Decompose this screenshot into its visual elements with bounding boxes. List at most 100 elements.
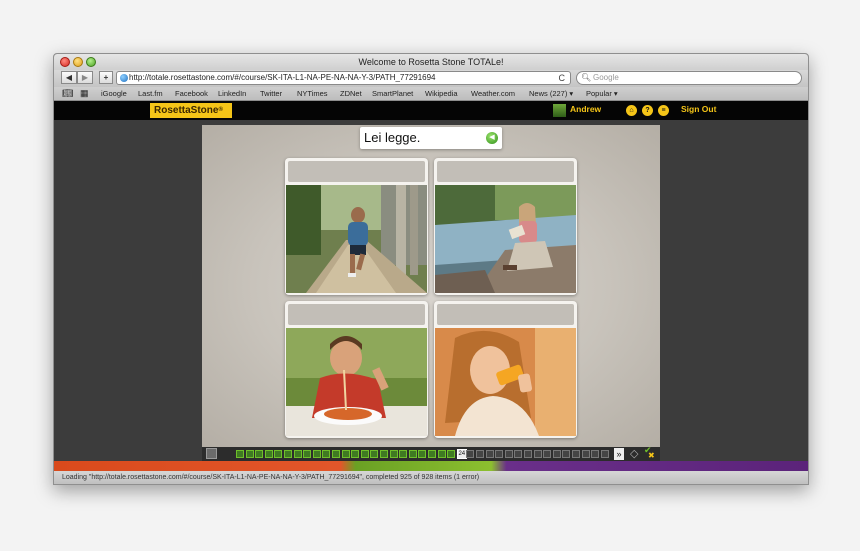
avatar[interactable] [553, 104, 566, 117]
answer-card-label [437, 304, 574, 325]
screen-dot[interactable] [600, 450, 609, 458]
screen-dot[interactable] [581, 450, 590, 458]
screen-dot[interactable] [332, 450, 340, 458]
prompt-card: Lei legge. ◀ [360, 127, 502, 149]
screen-dot[interactable] [408, 450, 417, 458]
zoom-window-icon[interactable] [86, 57, 96, 67]
answer-card-4[interactable] [434, 301, 577, 438]
screen-dot[interactable] [485, 450, 494, 458]
bookmark-item[interactable]: Weather.com [471, 87, 515, 100]
bookmark-item[interactable]: SmartPlanet [372, 87, 413, 100]
screen-dot[interactable] [524, 450, 532, 458]
bookmark-menu-popular[interactable]: Popular ▾ [586, 87, 618, 100]
minimize-window-icon[interactable] [73, 57, 83, 67]
screen-dot[interactable] [562, 450, 571, 458]
bookmark-menu-news[interactable]: News (227) ▾ [529, 87, 573, 100]
status-text: Loading "http://totale.rosettastone.com/… [62, 474, 480, 481]
search-placeholder: Google [593, 73, 619, 82]
bookmarks-bar: 📖︎ ▦ iGoogle Last.fm Facebook LinkedIn T… [54, 87, 808, 101]
bookmark-item[interactable]: Last.fm [138, 87, 163, 100]
site-globe-icon [120, 74, 128, 82]
screen-dot[interactable] [591, 450, 600, 458]
screen-dot[interactable] [351, 450, 360, 458]
address-bar[interactable]: http://totale.rosettastone.com/#/course/… [116, 71, 571, 85]
screen-dot[interactable] [380, 450, 388, 458]
screen-dot[interactable] [447, 450, 456, 458]
screen-dot[interactable] [572, 450, 580, 458]
reading-list-icon[interactable]: 📖︎ [62, 87, 73, 100]
forward-arrow-icon: ▶ [81, 73, 89, 82]
close-window-icon[interactable] [60, 57, 70, 67]
menu-button[interactable]: ≡ [658, 105, 669, 116]
current-screen-dot[interactable]: 24 [456, 449, 467, 459]
screen-dot[interactable] [264, 450, 273, 458]
screen-dot[interactable] [399, 450, 408, 458]
diamond-icon[interactable]: ◇ [630, 447, 638, 460]
screen-dot[interactable] [476, 450, 484, 458]
screen-dot[interactable] [552, 450, 561, 458]
answer-card-label [437, 161, 574, 182]
photo-man-running [286, 185, 427, 293]
course-progress-band [54, 461, 808, 471]
sign-out-link[interactable]: Sign Out [681, 104, 716, 114]
screen-dot[interactable] [360, 450, 369, 458]
title-bar: Welcome to Rosetta Stone TOTALe! [54, 54, 808, 70]
next-screen-button[interactable]: » [614, 448, 624, 460]
user-name[interactable]: Andrew [570, 104, 601, 114]
screen-dot[interactable] [389, 450, 398, 458]
screen-dot[interactable] [274, 450, 283, 458]
screen-dot[interactable] [255, 450, 264, 458]
help-button[interactable]: ? [642, 105, 653, 116]
status-bar: Loading "http://totale.rosettastone.com/… [54, 471, 808, 484]
bookmark-item[interactable]: LinkedIn [218, 87, 246, 100]
lesson-navigation-strip: 24 » ◇ ✔ ✖ [202, 445, 660, 461]
screen-dot[interactable] [533, 450, 542, 458]
add-bookmark-button[interactable]: + [99, 71, 113, 84]
screen-dot[interactable] [514, 450, 523, 458]
back-button[interactable]: ◀ [61, 71, 77, 84]
photo-woman-reading [435, 185, 576, 293]
answer-card-2[interactable] [434, 158, 577, 295]
bookmark-item[interactable]: Facebook [175, 87, 208, 100]
bookmark-item[interactable]: ZDNet [340, 87, 362, 100]
screen-dot[interactable] [418, 450, 427, 458]
forward-button[interactable]: ▶ [77, 71, 93, 84]
url-text: http://totale.rosettastone.com/#/course/… [129, 73, 436, 82]
answer-card-1[interactable] [285, 158, 428, 295]
browser-window: Welcome to Rosetta Stone TOTALe! ◀ ▶ + h… [53, 53, 809, 485]
screen-dot[interactable] [236, 450, 244, 458]
screen-dot[interactable] [428, 450, 436, 458]
logo-registered-mark: ® [218, 107, 223, 113]
screen-dot[interactable] [303, 450, 312, 458]
browser-toolbar: ◀ ▶ + http://totale.rosettastone.com/#/c… [54, 70, 808, 87]
back-arrow-icon: ◀ [65, 73, 73, 82]
bookmark-item[interactable]: Twitter [260, 87, 282, 100]
screen-dot[interactable] [245, 450, 254, 458]
x-mark-icon[interactable]: ✖ [648, 451, 655, 460]
screen-dot[interactable] [284, 450, 292, 458]
screen-dot[interactable] [504, 450, 513, 458]
bookmark-item[interactable]: Wikipedia [425, 87, 458, 100]
home-icon: ⌂ [629, 107, 634, 114]
screen-dot[interactable] [293, 450, 302, 458]
screen-dot[interactable] [312, 450, 321, 458]
answer-card-label [288, 161, 425, 182]
screen-dot[interactable] [495, 450, 504, 458]
screen-dot[interactable] [543, 450, 552, 458]
app-header: RosettaStone® Andrew ⌂ ? ≡ Sign Out [54, 101, 808, 120]
bookmark-item[interactable]: iGoogle [101, 87, 127, 100]
screen-dot[interactable] [370, 450, 379, 458]
screen-dot[interactable] [341, 450, 350, 458]
home-button[interactable]: ⌂ [626, 105, 637, 116]
speaker-icon[interactable]: ◀ [486, 132, 498, 144]
screen-dot[interactable] [466, 450, 475, 458]
bookmark-item[interactable]: NYTimes [297, 87, 328, 100]
top-sites-grid-icon[interactable]: ▦ [80, 87, 89, 100]
search-input[interactable]: 🔍︎ Google [576, 71, 802, 85]
rosetta-stone-logo[interactable]: RosettaStone® [150, 103, 232, 118]
reload-icon[interactable]: C [559, 72, 566, 84]
screen-dot[interactable] [437, 450, 446, 458]
answer-card-3[interactable] [285, 301, 428, 438]
screen-dot[interactable] [322, 450, 331, 458]
lesson-home-button[interactable] [206, 448, 217, 459]
